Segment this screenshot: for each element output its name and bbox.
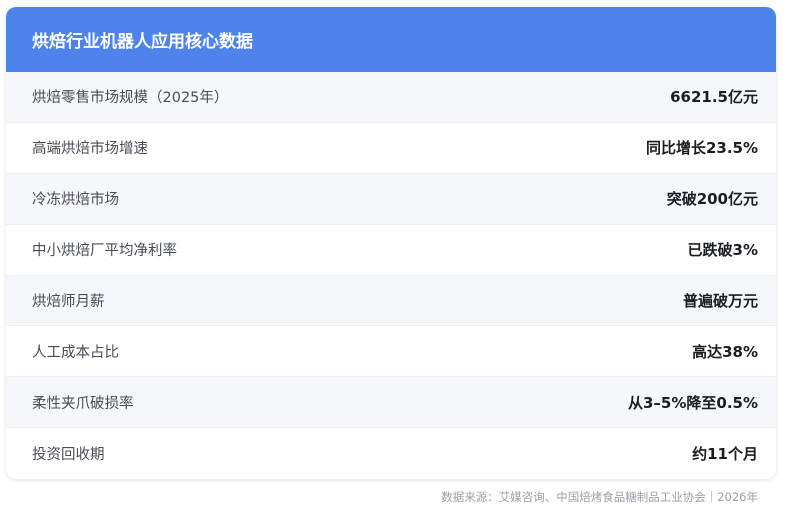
row-label: 烘焙零售市场规模（2025年） [32, 90, 229, 107]
row-label: 冷冻烘焙市场 [32, 192, 119, 209]
row-value: 6621.5亿元 [670, 88, 758, 107]
table-row: 柔性夹爪破损率 从3–5%降至0.5% [6, 377, 776, 429]
row-label: 中小烘焙厂平均净利率 [32, 243, 177, 260]
row-label: 人工成本占比 [32, 344, 119, 361]
table-row: 烘焙零售市场规模（2025年） 6621.5亿元 [6, 72, 776, 123]
row-value: 从3–5%降至0.5% [627, 393, 758, 412]
row-value: 突破200亿元 [666, 190, 758, 209]
table-row: 高端烘焙市场增速 同比增长23.5% [6, 122, 776, 174]
table-row: 投资回收期 约11个月 [6, 428, 776, 479]
row-value: 同比增长23.5% [645, 139, 758, 158]
card-title: 烘焙行业机器人应用核心数据 [32, 32, 253, 52]
row-label: 高端烘焙市场增速 [32, 141, 148, 158]
data-table: 烘焙零售市场规模（2025年） 6621.5亿元 高端烘焙市场增速 同比增长23… [6, 72, 776, 479]
row-label: 投资回收期 [32, 447, 105, 464]
row-value: 已跌破3% [687, 241, 758, 260]
row-value: 高达38% [692, 342, 758, 361]
row-value: 约11个月 [692, 445, 758, 464]
source-note: 数据来源：艾媒咨询、中国焙烤食品糖制品工业协会｜2026年 [441, 490, 758, 504]
row-label: 烘焙师月薪 [32, 294, 105, 310]
table-row: 烘焙师月薪 普遍破万元 [6, 275, 776, 327]
table-row: 人工成本占比 高达38% [6, 326, 776, 378]
card-header: 烘焙行业机器人应用核心数据 [6, 7, 776, 72]
data-card: 烘焙行业机器人应用核心数据 烘焙零售市场规模（2025年） 6621.5亿元 高… [6, 7, 776, 479]
row-value: 普遍破万元 [682, 292, 758, 310]
row-label: 柔性夹爪破损率 [32, 395, 134, 412]
table-row: 冷冻烘焙市场 突破200亿元 [6, 173, 776, 225]
table-row: 中小烘焙厂平均净利率 已跌破3% [6, 224, 776, 276]
